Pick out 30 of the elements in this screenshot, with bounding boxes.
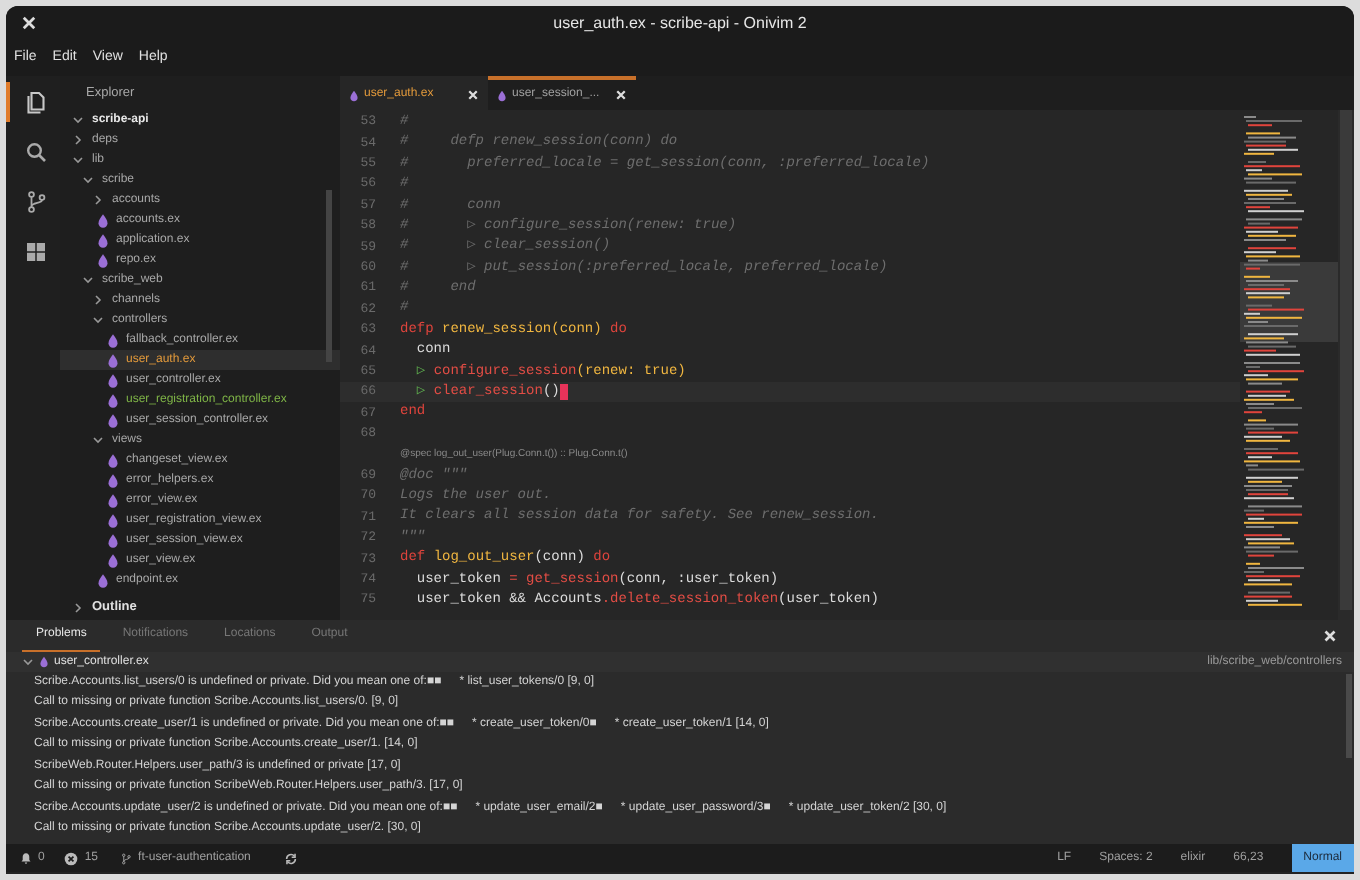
chevron-right-icon[interactable]	[72, 602, 84, 614]
search-icon	[23, 140, 47, 164]
error-icon[interactable]	[64, 851, 79, 865]
chevron-right-icon[interactable]	[92, 294, 104, 306]
chevron-down-icon[interactable]	[22, 656, 34, 668]
close-icon[interactable]	[616, 90, 626, 100]
chevron-right-icon[interactable]	[92, 194, 104, 206]
branch-icon	[23, 190, 47, 214]
close-icon[interactable]	[22, 16, 36, 30]
chevron-down-icon[interactable]	[82, 274, 94, 286]
scrollbar-thumb[interactable]	[326, 190, 332, 362]
close-icon[interactable]	[1324, 630, 1336, 642]
chevron-right-icon[interactable]	[72, 134, 84, 146]
files-icon	[23, 90, 47, 114]
scrollbar-thumb[interactable]	[1346, 674, 1352, 758]
elixir-file-icon	[350, 89, 358, 101]
extensions-icon	[23, 240, 47, 264]
scrollbar-thumb[interactable]	[1340, 110, 1352, 610]
sync-icon[interactable]	[284, 851, 299, 865]
chevron-down-icon[interactable]	[92, 434, 104, 446]
chevron-down-icon[interactable]	[72, 114, 84, 126]
chevron-down-icon[interactable]	[72, 154, 84, 166]
elixir-file-icon	[498, 89, 506, 101]
bell-icon[interactable]	[20, 852, 32, 864]
window-title: user_auth.ex - scribe-api - Onivim 2	[553, 11, 807, 35]
branch-icon[interactable]	[120, 851, 133, 865]
chevron-down-icon[interactable]	[82, 174, 94, 186]
close-icon[interactable]	[468, 90, 478, 100]
elixir-file-icon	[40, 656, 48, 668]
chevron-down-icon[interactable]	[92, 314, 104, 326]
